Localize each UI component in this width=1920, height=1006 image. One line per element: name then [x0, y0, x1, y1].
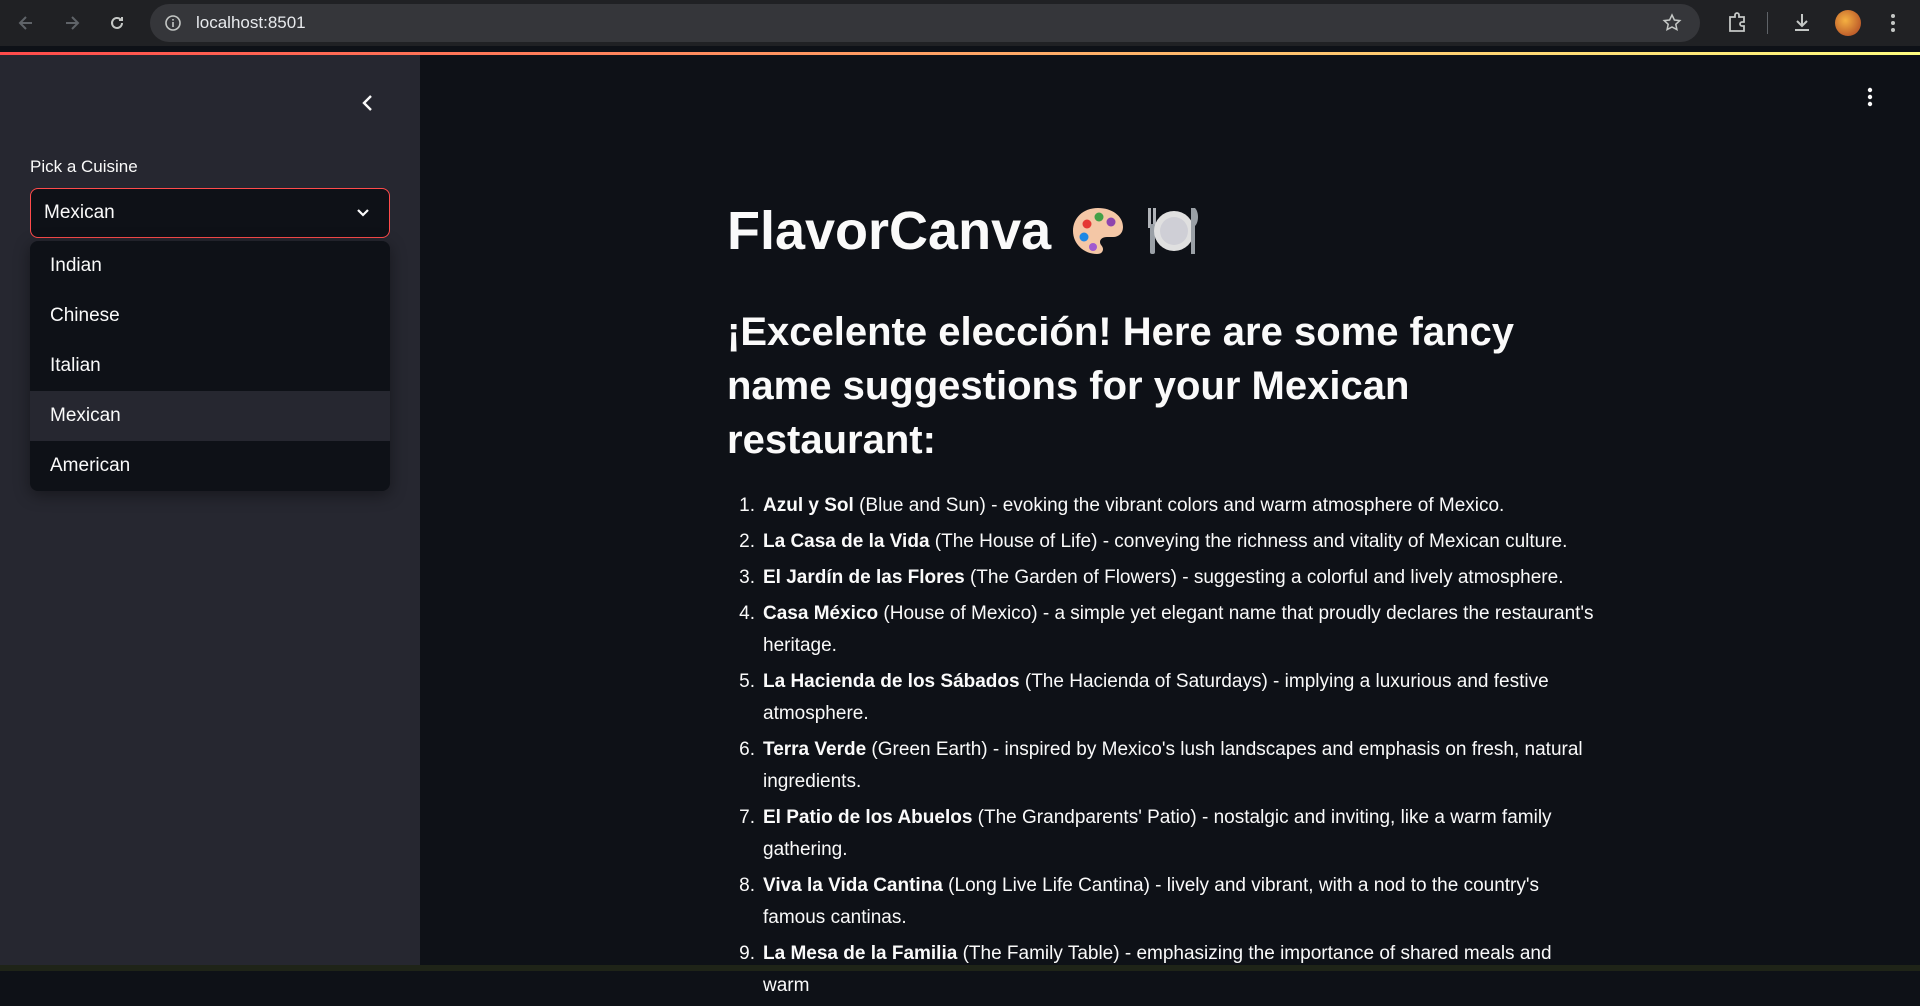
list-item-number: 1.: [739, 495, 755, 516]
toolbar-separator: [1767, 12, 1768, 34]
suggestions-heading: ¡Excelente elección! Here are some fancy…: [727, 310, 1515, 462]
list-item-number: 3.: [739, 567, 755, 588]
cuisine-select-label: Pick a Cuisine: [30, 157, 138, 176]
restaurant-name: El Jardín de las Flores: [763, 567, 965, 588]
list-item-number: 4.: [739, 603, 755, 624]
list-item-number: 5.: [739, 671, 755, 692]
list-item: 1. Azul y Sol (Blue and Sun) - evoking th…: [727, 490, 1597, 522]
cuisine-option-chinese[interactable]: Chinese: [30, 291, 390, 341]
address-bar[interactable]: localhost:8501: [150, 4, 1700, 42]
download-icon[interactable]: [1787, 8, 1817, 38]
cuisine-selected-value: Mexican: [44, 202, 115, 223]
restaurant-description: (House of Mexico) - a simple yet elegant…: [763, 603, 1594, 656]
restaurant-name: La Casa de la Vida: [763, 531, 930, 552]
forward-arrow-icon[interactable]: [58, 9, 86, 37]
artist-palette-icon: [1073, 208, 1124, 254]
plate-cutlery-icon: [1148, 208, 1199, 254]
restaurant-description: (Blue and Sun) - evoking the vibrant col…: [853, 495, 1505, 516]
sidebar: Pick a Cuisine Mexican Indian Chinese It…: [0, 55, 420, 965]
list-item-number: 2.: [739, 531, 755, 552]
bottom-strip: [0, 965, 1920, 971]
restaurant-name: Viva la Vida Cantina: [763, 875, 943, 896]
reload-icon[interactable]: [103, 9, 131, 37]
cuisine-option-american[interactable]: American: [30, 441, 390, 491]
restaurant-description: (Green Earth) - inspired by Mexico's lus…: [763, 739, 1583, 792]
main-content: FlavorCanva ¡Excelente elección! Here ar…: [420, 55, 1920, 996]
site-info-icon[interactable]: [164, 14, 182, 32]
list-item: 3. El Jardín de las Flores (The Garden of…: [727, 562, 1597, 594]
kebab-menu-icon[interactable]: [1860, 85, 1880, 109]
list-item: 4. Casa México (House of Mexico) - a simp…: [727, 598, 1597, 662]
back-arrow-icon[interactable]: [12, 9, 40, 37]
chrome-menu-icon[interactable]: [1878, 8, 1908, 38]
restaurant-description: (The House of Life) - conveying the rich…: [929, 531, 1568, 552]
list-item-number: 8.: [739, 875, 755, 896]
restaurant-name: Terra Verde: [763, 739, 867, 760]
star-icon[interactable]: [1662, 13, 1682, 33]
list-item-number: 7.: [739, 807, 755, 828]
list-item: 7. El Patio de los Abuelos (The Grandpare…: [727, 802, 1597, 866]
suggestions-list: 1. Azul y Sol (Blue and Sun) - evoking th…: [727, 490, 1597, 1006]
cuisine-select[interactable]: Mexican: [30, 188, 390, 238]
list-item: 5. La Hacienda de los Sábados (The Hacien…: [727, 666, 1597, 730]
restaurant-description: (The Garden of Flowers) - suggesting a c…: [964, 567, 1564, 588]
title-row: FlavorCanva: [727, 200, 1203, 262]
browser-toolbar: localhost:8501: [0, 0, 1920, 46]
collapse-sidebar-icon[interactable]: [354, 89, 382, 117]
profile-avatar[interactable]: [1835, 10, 1861, 36]
list-item: 6. Terra Verde (Green Earth) - inspired b…: [727, 734, 1597, 798]
restaurant-name: Azul y Sol: [763, 495, 854, 516]
list-item: 2. La Casa de la Vida (The House of Life)…: [727, 526, 1597, 558]
list-item: 8. Viva la Vida Cantina (Long Live Life C…: [727, 870, 1597, 934]
url-text[interactable]: localhost:8501: [196, 4, 306, 42]
page-title: FlavorCanva: [727, 201, 1052, 261]
cuisine-option-italian[interactable]: Italian: [30, 341, 390, 391]
extensions-icon[interactable]: [1722, 8, 1752, 38]
restaurant-name: La Hacienda de los Sábados: [763, 671, 1020, 692]
restaurant-name: Casa México: [763, 603, 879, 624]
restaurant-name: La Mesa de la Familia: [763, 943, 958, 964]
cuisine-option-indian[interactable]: Indian: [30, 241, 390, 291]
chevron-down-icon[interactable]: [353, 203, 373, 223]
restaurant-name: El Patio de los Abuelos: [763, 807, 973, 828]
cuisine-option-mexican[interactable]: Mexican: [30, 391, 390, 441]
list-item-number: 6.: [739, 739, 755, 760]
cuisine-dropdown-menu: Indian Chinese Italian Mexican American: [30, 241, 390, 491]
